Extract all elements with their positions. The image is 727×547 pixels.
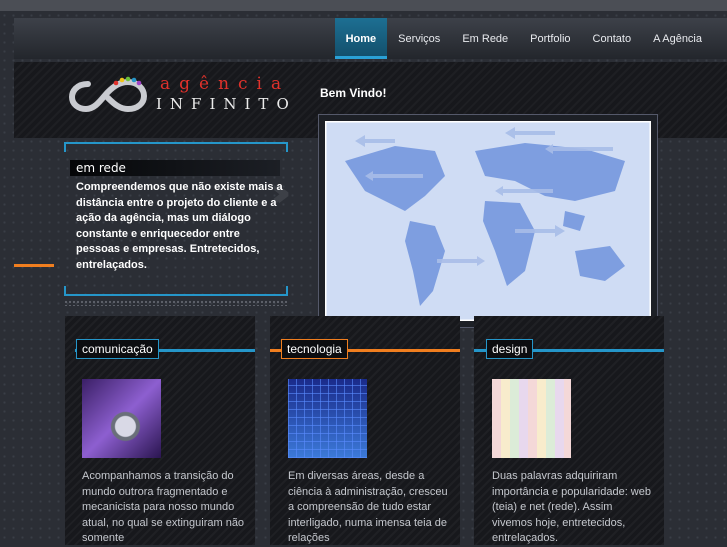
column-text-design: Duas palavras adquiriram importância e p… (492, 470, 651, 544)
panel-bracket-bottom (64, 286, 288, 296)
welcome-heading: Bem Vindo! (320, 86, 387, 100)
world-map-image (325, 121, 651, 321)
dotted-divider (64, 300, 288, 306)
em-rede-text: Compreendemos que não existe mais a dist… (76, 181, 283, 271)
column-title-design[interactable]: design (486, 339, 534, 359)
column-tecnologia: tecnologia Em diversas áreas, desde a ci… (270, 316, 460, 545)
logo-wordmark-top: agência (160, 74, 291, 94)
em-rede-title: em rede (70, 160, 280, 176)
panel-bracket-top (64, 142, 288, 152)
globe-icon[interactable] (82, 379, 161, 458)
column-title-tecnologia[interactable]: tecnologia (281, 339, 348, 359)
em-rede-panel: em rede Compreendemos que não existe mai… (64, 142, 288, 296)
nav-servicos[interactable]: Serviços (387, 18, 451, 59)
nav-home[interactable]: Home (334, 18, 388, 59)
column-comunicacao: comunicação Acompanhamos a transição do … (65, 316, 255, 545)
nav-em-rede[interactable]: Em Rede (451, 18, 519, 59)
grid-icon[interactable] (288, 379, 367, 458)
nav-portfolio[interactable]: Portfolio (519, 18, 581, 59)
top-strip (0, 0, 727, 11)
logo[interactable]: agência INFINITO (68, 70, 308, 120)
column-title-comunicacao[interactable]: comunicação (76, 339, 159, 359)
nav-contato[interactable]: Contato (582, 18, 643, 59)
main-nav: Home Serviços Em Rede Portfolio Contato … (334, 18, 713, 59)
infinity-icon (68, 76, 148, 113)
world-map-icon (325, 121, 651, 321)
column-text-tecnologia: Em diversas áreas, desde a ciência à adm… (288, 470, 448, 544)
pattern-icon[interactable] (492, 379, 571, 458)
world-map-banner (318, 114, 658, 328)
side-orange-accent (14, 264, 54, 267)
nav-a-agencia[interactable]: A Agência (642, 18, 713, 59)
column-design: design Duas palavras adquiriram importân… (474, 316, 664, 545)
logo-wordmark-bottom: INFINITO (156, 95, 297, 113)
column-text-comunicacao: Acompanhamos a transição do mundo outror… (82, 470, 245, 544)
